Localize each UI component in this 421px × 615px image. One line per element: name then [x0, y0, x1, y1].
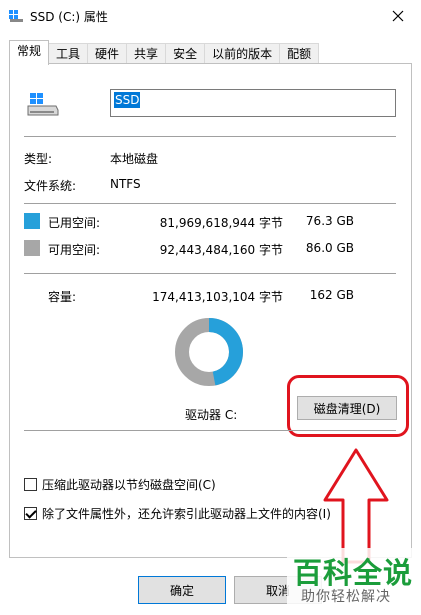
tab-general[interactable]: 常规 [9, 40, 50, 65]
used-space-bytes: 81,969,618,944 字节 [159, 216, 283, 230]
index-checkbox[interactable] [24, 507, 37, 520]
ok-button[interactable]: 确定 [138, 576, 226, 604]
capacity-size: 162 GB [309, 288, 354, 302]
free-space-swatch [24, 240, 40, 256]
free-space-label: 可用空间: [48, 243, 101, 257]
filesystem-value: NTFS [110, 177, 141, 191]
compress-option[interactable]: 压缩此驱动器以节约磁盘空间(C) [24, 476, 216, 493]
usage-donut [175, 318, 243, 386]
free-space-size: 86.0 GB [305, 241, 354, 255]
compress-checkbox[interactable] [24, 478, 37, 491]
window-title: SSD (C:) 属性 [30, 10, 108, 24]
drive-icon [9, 10, 23, 22]
used-space-arc [208, 318, 243, 386]
used-space-label: 已用空间: [48, 216, 101, 230]
index-label: 除了文件属性外，还允许索引此驱动器上文件的内容(I) [42, 507, 331, 521]
drive-letter-label: 驱动器 C: [185, 408, 238, 422]
filesystem-label: 文件系统: [24, 179, 77, 193]
capacity-bytes: 174,413,103,104 字节 [152, 290, 283, 304]
drive-name-value: SSD [114, 92, 141, 108]
divider [24, 203, 396, 204]
tab-quota[interactable]: 配额 [279, 43, 320, 65]
tab-hardware[interactable]: 硬件 [87, 43, 128, 65]
free-space-bytes: 92,443,484,160 字节 [159, 243, 283, 257]
tab-sharing[interactable]: 共享 [126, 43, 167, 65]
tab-tools[interactable]: 工具 [48, 43, 89, 65]
divider [24, 136, 396, 137]
used-space-size: 76.3 GB [305, 214, 354, 228]
capacity-label: 容量: [48, 290, 77, 304]
divider [24, 273, 396, 274]
drive-name-input[interactable]: SSD [110, 89, 396, 117]
type-label: 类型: [24, 152, 53, 166]
drive-icon [27, 93, 59, 116]
type-value: 本地磁盘 [110, 152, 159, 166]
watermark-subtitle: 助你轻松解决 [301, 589, 391, 605]
used-space-swatch [24, 213, 40, 229]
tab-security[interactable]: 安全 [165, 43, 206, 65]
title-bar: SSD (C:) 属性 [0, 0, 421, 32]
watermark: 百科全说 助你轻松解决 [287, 548, 421, 615]
annotation-highlight [287, 375, 409, 437]
compress-label: 压缩此驱动器以节约磁盘空间(C) [42, 478, 216, 492]
tab-previous-versions[interactable]: 以前的版本 [204, 43, 281, 65]
close-button[interactable] [375, 0, 421, 32]
close-icon [392, 10, 404, 22]
divider [24, 430, 396, 431]
tab-bar: 常规 工具 硬件 共享 安全 以前的版本 配额 [9, 40, 320, 65]
index-option[interactable]: 除了文件属性外，还允许索引此驱动器上文件的内容(I) [24, 505, 331, 522]
